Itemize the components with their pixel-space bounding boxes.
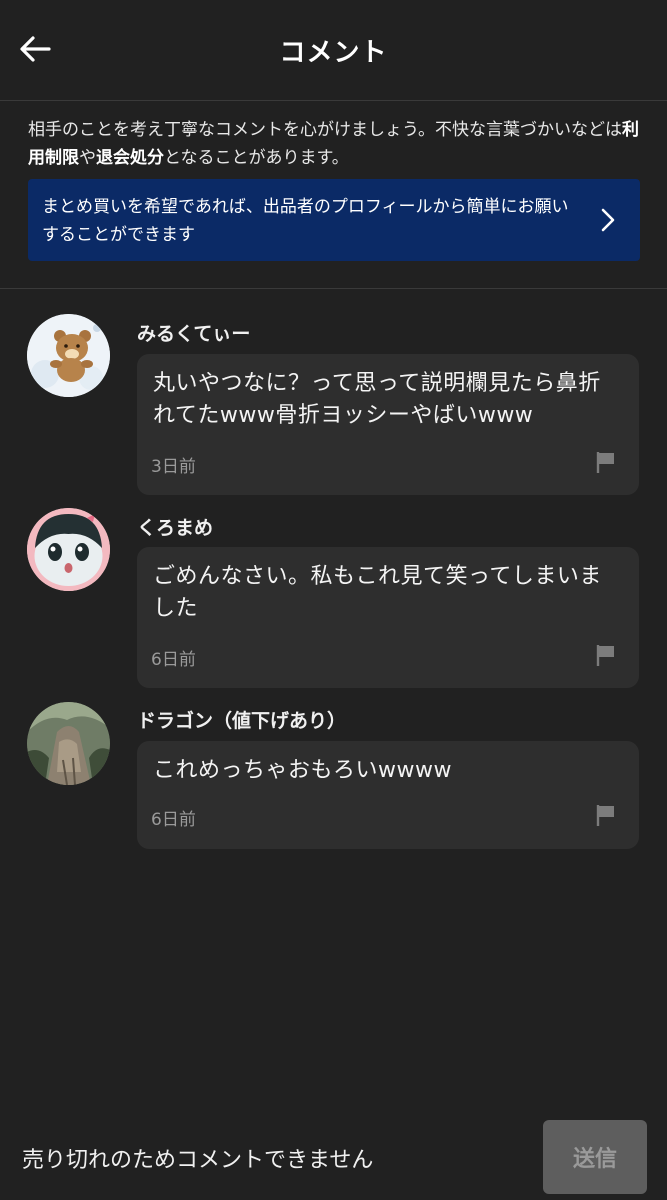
comment-time: 3日前 [151, 457, 196, 477]
bear-avatar-icon [27, 314, 110, 397]
notice-account-termination: 退会処分 [96, 148, 164, 168]
comment-username[interactable]: みるくてぃー [137, 319, 250, 346]
comment-text: ごめんなさい。私もこれ見て笑ってしまいました [153, 564, 602, 621]
notice-text-3: となることがあります。 [164, 148, 349, 168]
flag-icon[interactable] [595, 643, 617, 667]
page-title: コメント [279, 38, 388, 68]
notice-text-2: や [79, 148, 96, 168]
bulk-purchase-banner[interactable]: まとめ買いを希望であれば、出品者のプロフィールから簡単にお願いすることができます [28, 179, 640, 261]
comment-username[interactable]: くろまめ [137, 513, 213, 540]
comment-time: 6日前 [151, 650, 196, 670]
notice-text-1: 相手のことを考え丁寧なコメントを心がけましょう。不快な言葉づかいなどは [28, 120, 622, 140]
comment-bubble: これめっちゃおもろいwwww 6日前 [137, 741, 639, 849]
comment-text: これめっちゃおもろいwwww [153, 758, 452, 783]
character-avatar-icon [27, 508, 110, 591]
banner-text: まとめ買いを希望であれば、出品者のプロフィールから簡単にお願いすることができます [42, 197, 569, 245]
send-button[interactable]: 送信 [543, 1120, 647, 1194]
comment-disabled-message: 売り切れのためコメントできません [22, 1148, 374, 1173]
user-avatar[interactable] [27, 702, 110, 785]
comment-guideline-notice: 相手のことを考え丁寧なコメントを心がけましょう。不快な言葉づかいなどは利用制限や… [28, 116, 648, 172]
chevron-right-icon [601, 208, 615, 232]
comment-time: 6日前 [151, 810, 196, 830]
user-avatar[interactable] [27, 508, 110, 591]
comment-username[interactable]: ドラゴン（値下げあり） [137, 706, 346, 733]
section-divider [0, 288, 667, 289]
rock-landscape-avatar-icon [27, 702, 110, 785]
comment-bubble: ごめんなさい。私もこれ見て笑ってしまいました 6日前 [137, 547, 639, 688]
flag-icon[interactable] [595, 450, 617, 474]
comment-text: 丸いやつなに？って思って説明欄見たら鼻折れてたwww骨折ヨッシーやばいwww [153, 371, 601, 428]
user-avatar[interactable] [27, 314, 110, 397]
comment-bubble: 丸いやつなに？って思って説明欄見たら鼻折れてたwww骨折ヨッシーやばいwww 3… [137, 354, 639, 495]
header-bar: コメント [0, 0, 667, 101]
flag-icon[interactable] [595, 803, 617, 827]
